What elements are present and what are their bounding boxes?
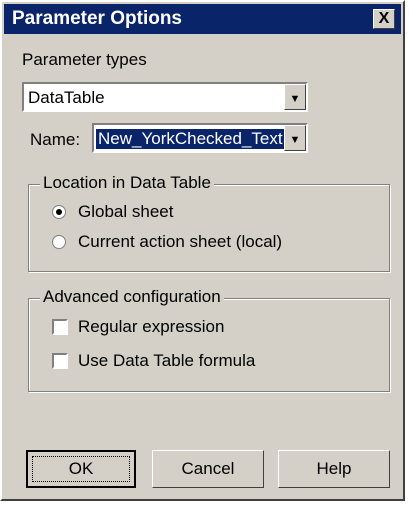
close-button[interactable]: X (373, 9, 395, 29)
name-value: New_YorkChecked_Text (96, 129, 285, 149)
name-label: Name: (30, 130, 81, 149)
close-icon: X (378, 10, 390, 27)
advanced-group-legend: Advanced configuration (40, 287, 224, 307)
cancel-button-label: Cancel (181, 459, 235, 478)
current-action-sheet-label[interactable]: Current action sheet (local) (78, 232, 282, 252)
help-button-label: Help (316, 459, 352, 478)
global-sheet-label[interactable]: Global sheet (78, 202, 173, 222)
regular-expression-checkbox[interactable] (52, 319, 68, 335)
parameter-types-dropdown[interactable]: DataTable ▼ (22, 82, 308, 112)
chevron-down-icon[interactable]: ▼ (284, 84, 306, 110)
parameter-types-label: Parameter types (22, 50, 147, 69)
parameter-options-dialog: Parameter Options X Parameter types Data… (0, 0, 405, 501)
name-combobox[interactable]: New_YorkChecked_Text ▼ (92, 123, 308, 153)
focus-rect (32, 456, 130, 482)
ok-button[interactable]: OK (26, 450, 136, 488)
cancel-button[interactable]: Cancel (152, 450, 264, 488)
use-data-table-formula-label[interactable]: Use Data Table formula (78, 351, 255, 371)
title-bar[interactable]: Parameter Options X (4, 4, 401, 34)
location-group-legend: Location in Data Table (40, 173, 214, 193)
regular-expression-label[interactable]: Regular expression (78, 317, 224, 337)
radio-selected-dot (56, 209, 62, 215)
advanced-group (28, 298, 390, 392)
global-sheet-radio[interactable] (52, 205, 66, 219)
parameter-types-value: DataTable (28, 88, 105, 107)
chevron-down-icon[interactable]: ▼ (284, 125, 306, 151)
current-action-sheet-radio[interactable] (52, 235, 66, 249)
help-button[interactable]: Help (278, 450, 390, 488)
window-title: Parameter Options (12, 8, 182, 29)
location-group (28, 184, 390, 272)
use-data-table-formula-checkbox[interactable] (52, 353, 68, 369)
